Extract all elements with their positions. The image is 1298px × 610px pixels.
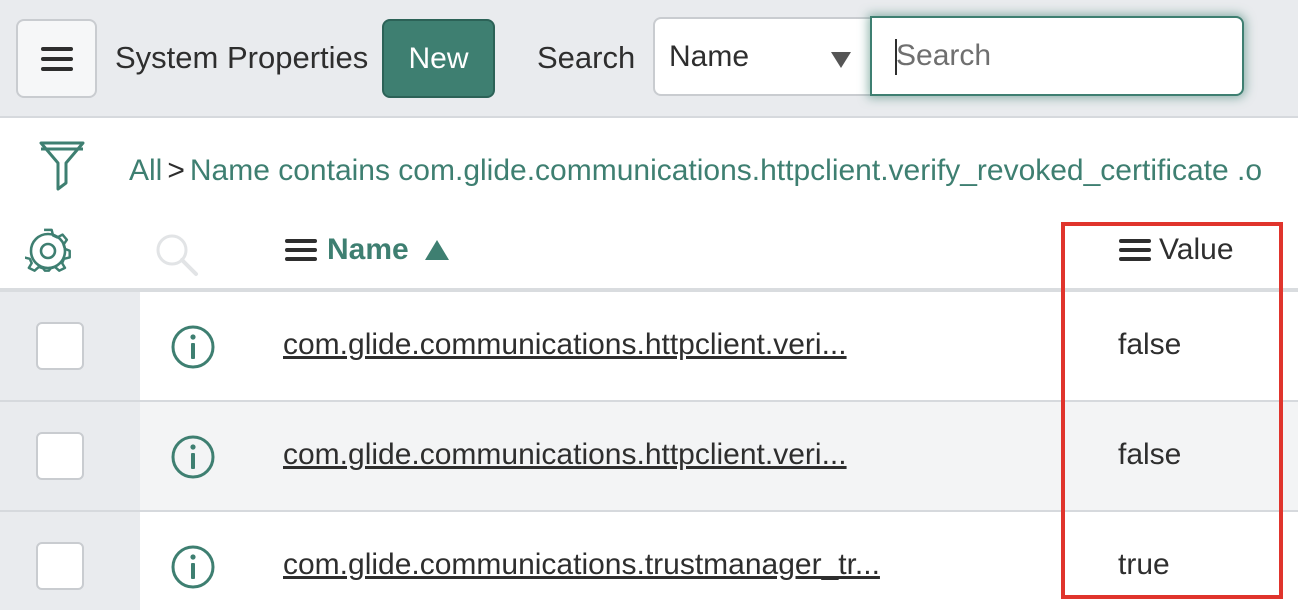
- row-checkbox[interactable]: [36, 432, 84, 480]
- text-cursor: [895, 39, 897, 75]
- row-checkbox[interactable]: [36, 542, 84, 590]
- breadcrumb-separator: >: [167, 154, 185, 187]
- column-menu-icon[interactable]: [285, 239, 317, 261]
- row-value: true: [1118, 548, 1170, 581]
- list-menu-button[interactable]: [16, 19, 97, 98]
- row-name-link[interactable]: com.glide.communications.httpclient.veri…: [283, 435, 847, 475]
- table-row: com.glide.communications.trustmanager_tr…: [0, 512, 1298, 610]
- search-input[interactable]: [870, 16, 1244, 96]
- magnifier-icon[interactable]: [152, 230, 200, 278]
- funnel-icon[interactable]: [38, 139, 86, 191]
- column-header-value-label[interactable]: Value: [1159, 230, 1234, 270]
- search-label: Search: [537, 40, 636, 75]
- breadcrumb-condition-link[interactable]: Name contains com.glide.communications.h…: [190, 154, 1262, 187]
- breadcrumb: All > Name contains com.glide.communicatio…: [129, 151, 1262, 191]
- row-checkbox[interactable]: [36, 322, 84, 370]
- search-field-select[interactable]: Name: [653, 17, 875, 96]
- column-menu-icon[interactable]: [1119, 239, 1151, 261]
- dropdown-caret-icon: [831, 52, 851, 68]
- info-icon[interactable]: [170, 434, 216, 480]
- column-header-name-label[interactable]: Name: [327, 230, 409, 270]
- gear-icon[interactable]: [25, 228, 71, 274]
- row-select-cell: [0, 292, 140, 400]
- info-icon[interactable]: [170, 324, 216, 370]
- list-title: System Properties: [115, 40, 369, 75]
- row-name-link[interactable]: com.glide.communications.httpclient.veri…: [283, 325, 847, 365]
- column-header-name[interactable]: Name: [285, 230, 449, 270]
- row-name-link[interactable]: com.glide.communications.trustmanager_tr…: [283, 545, 880, 585]
- search-field-selected: Name: [669, 40, 750, 73]
- row-select-cell: [0, 402, 140, 510]
- info-icon[interactable]: [170, 544, 216, 590]
- table-row: com.glide.communications.httpclient.veri…: [0, 402, 1298, 512]
- table-row: com.glide.communications.httpclient.veri…: [0, 292, 1298, 402]
- row-select-cell: [0, 512, 140, 610]
- row-value: false: [1118, 328, 1182, 361]
- list-header-bar: System Properties New Search Name: [0, 0, 1298, 118]
- sort-ascending-icon: [424, 240, 449, 260]
- new-button[interactable]: New: [382, 19, 495, 98]
- column-header-value[interactable]: Value: [1119, 230, 1234, 270]
- hamburger-menu-icon: [40, 46, 73, 71]
- breadcrumb-all-link[interactable]: All: [129, 154, 162, 187]
- row-value: false: [1118, 438, 1182, 471]
